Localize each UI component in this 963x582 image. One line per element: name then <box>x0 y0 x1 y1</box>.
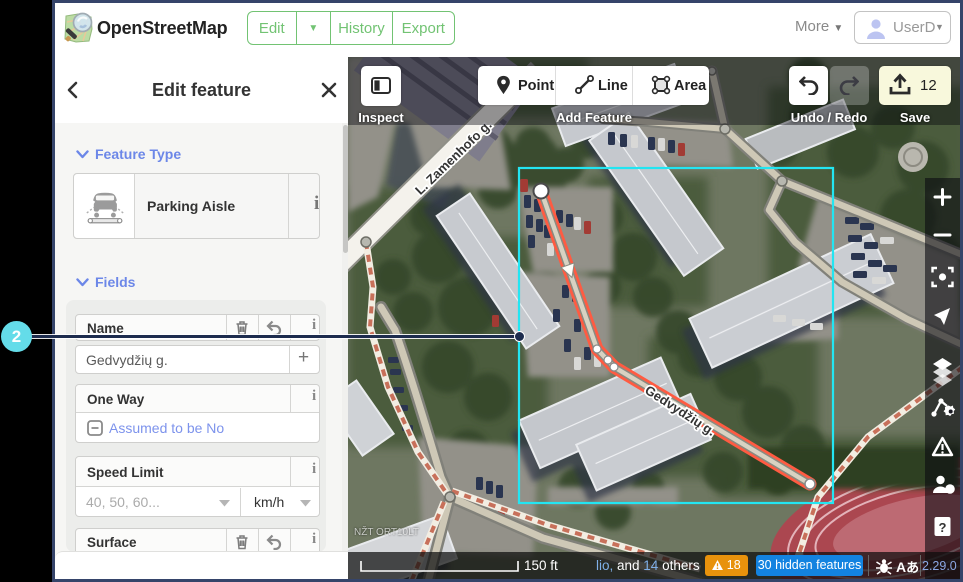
svg-text:?: ? <box>939 520 947 535</box>
